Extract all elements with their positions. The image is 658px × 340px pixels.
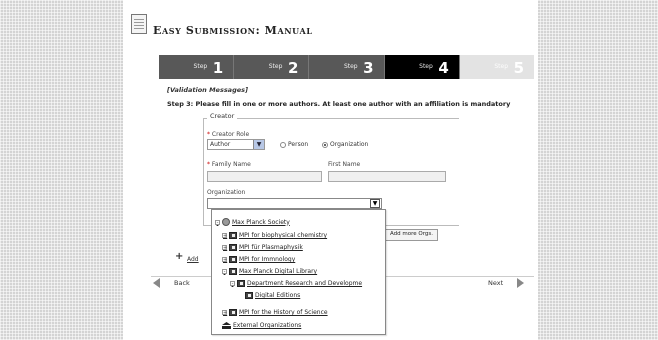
tree-node[interactable]: + MPI for Immnology: [222, 256, 295, 263]
first-name-label: First Name: [328, 161, 361, 168]
organization-label: Organization: [207, 189, 246, 196]
chevron-down-icon: ▼: [253, 140, 264, 149]
folder-icon: [245, 292, 253, 299]
organization-combobox[interactable]: ▼: [207, 198, 382, 209]
dropdown-arrow-icon[interactable]: ▼: [370, 199, 380, 208]
next-arrow-icon: [517, 278, 525, 288]
tree-node[interactable]: - Max Planck Society: [215, 218, 290, 226]
step-4[interactable]: Step 4: [384, 55, 460, 79]
add-more-orgs-button[interactable]: Add more Orgs.: [385, 229, 438, 241]
back-button[interactable]: Back: [153, 278, 190, 288]
step-5: Step 5: [459, 55, 535, 79]
back-arrow-icon: [153, 278, 160, 288]
creator-role-select[interactable]: Author ▼: [207, 139, 265, 150]
globe-icon: [222, 218, 230, 226]
tree-node[interactable]: Digital Editions: [245, 292, 300, 299]
tree-node[interactable]: + MPI for biophysical chemistry: [222, 232, 327, 239]
add-author-icon[interactable]: +: [175, 252, 185, 262]
folder-icon: [229, 256, 237, 263]
page-title: Easy Submission: Manual: [153, 24, 313, 37]
validation-messages: [Validation Messages]: [167, 86, 248, 94]
step-bar: Step 1 Step 2 Step 3 Step 4 Step 5: [159, 55, 535, 79]
document-icon: [131, 14, 147, 34]
next-button[interactable]: Next: [488, 278, 525, 288]
radio-person[interactable]: Person: [280, 141, 308, 148]
family-name-input[interactable]: [207, 171, 322, 182]
creator-role-label: * Creator Role: [207, 131, 250, 138]
add-author-link[interactable]: Add: [187, 256, 199, 263]
tree-node[interactable]: External Organizations: [222, 322, 301, 329]
tree-node[interactable]: + MPI für Plasmaphysik: [222, 244, 303, 251]
folder-icon: [229, 309, 237, 316]
form-page: Easy Submission: Manual Step 1 Step 2 Step…: [123, 0, 538, 340]
step-3[interactable]: Step 3: [309, 55, 385, 79]
creator-legend: Creator: [207, 112, 238, 120]
tree-node[interactable]: - Max Planck Digital Library: [222, 268, 317, 275]
folder-icon: [229, 268, 237, 275]
tree-node[interactable]: - Department Research and Developme: [230, 280, 362, 287]
step-instruction: Step 3: Please fill in one or more autho…: [167, 100, 511, 108]
step-2[interactable]: Step 2: [234, 55, 310, 79]
folder-icon: [237, 280, 245, 287]
tree-node[interactable]: + MPI for the History of Science: [222, 309, 328, 316]
step-1[interactable]: Step 1: [159, 55, 235, 79]
organization-tree: - Max Planck Society + MPI for biophysical…: [211, 209, 386, 335]
folder-icon: [229, 232, 237, 239]
institution-icon: [222, 322, 231, 329]
first-name-input[interactable]: [328, 171, 446, 182]
folder-icon: [229, 244, 237, 251]
radio-organization[interactable]: Organization: [322, 141, 368, 148]
family-name-label: * Family Name: [207, 161, 251, 168]
